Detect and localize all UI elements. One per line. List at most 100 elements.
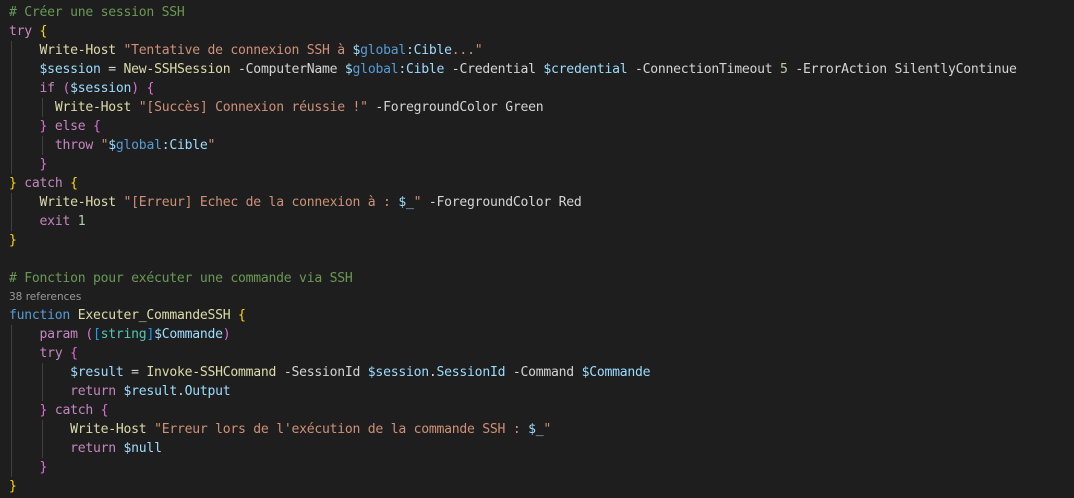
code-token: $result <box>70 365 124 380</box>
code-token: $null <box>123 441 162 456</box>
code-token: { <box>70 176 78 191</box>
code-line[interactable]: Write-Host "[Erreur] Echec de la connexi… <box>9 193 582 212</box>
code-token: $Commande <box>581 365 651 380</box>
code-line[interactable]: exit 1 <box>9 212 86 231</box>
code-token: } <box>39 460 48 475</box>
code-token: = <box>123 365 147 380</box>
code-token: $session <box>39 62 101 77</box>
code-token: ( <box>62 81 71 96</box>
code-token: catch <box>24 176 63 191</box>
code-token: try <box>39 346 63 361</box>
code-line[interactable]: Write-Host "[Succès] Connexion réussie !… <box>9 98 544 117</box>
code-line[interactable]: } <box>9 458 48 477</box>
code-line[interactable]: } <box>9 155 48 174</box>
code-token: "[Erreur] Echec de la connexion à : <box>123 195 399 210</box>
code-token: string <box>100 327 147 342</box>
codelens-references[interactable]: 38 references <box>9 290 81 304</box>
code-line[interactable]: return $null <box>9 439 162 458</box>
code-token: :Cible <box>405 43 452 58</box>
code-token: 5 <box>780 62 788 77</box>
code-token: -Command <box>505 365 582 380</box>
code-token: $credential <box>543 62 628 77</box>
code-line[interactable]: $result = Invoke-SSHCommand -SessionId $… <box>9 363 650 382</box>
code-token: :Cible <box>161 138 208 153</box>
code-token: global <box>360 43 406 58</box>
code-token: -ComputerName <box>230 62 345 77</box>
code-token: = <box>100 62 124 77</box>
code-token: { <box>93 119 101 134</box>
code-token: $session <box>367 365 429 380</box>
code-line[interactable]: try { <box>9 344 78 363</box>
code-token: . <box>428 365 437 380</box>
code-line[interactable]: } catch { <box>9 401 109 420</box>
code-editor[interactable]: # Créer une session SSH try { Write-Host … <box>0 0 1074 498</box>
code-token: $Commande <box>154 327 223 342</box>
code-token: -ForegroundColor Red <box>421 195 582 210</box>
code-token: exit <box>39 214 71 229</box>
code-token: $ <box>108 138 116 153</box>
code-line[interactable]: return $result.Output <box>9 382 231 401</box>
code-token: [ <box>93 327 101 342</box>
code-token: Write-Host <box>39 195 117 210</box>
code-token: $_ <box>398 195 414 210</box>
code-line[interactable]: } <box>9 231 17 250</box>
code-token: 1 <box>77 214 86 229</box>
code-line[interactable]: } else { <box>9 117 101 136</box>
code-token: $_ <box>528 422 544 437</box>
code-line[interactable]: try { <box>9 22 47 41</box>
code-token: { <box>39 24 48 39</box>
code-line[interactable]: # Créer une session SSH <box>9 3 185 22</box>
code-token: -ConnectionTimeout <box>627 62 781 77</box>
code-token: $result <box>123 384 178 399</box>
code-token: { <box>238 308 246 323</box>
code-token: Write-Host <box>54 100 132 115</box>
code-line[interactable]: Write-Host "Erreur lors de l'exécution d… <box>9 420 551 439</box>
code-token: ..." <box>451 43 483 58</box>
code-token: ( <box>85 327 93 342</box>
code-token: :Cible <box>398 62 445 77</box>
code-line[interactable]: } catch { <box>9 174 78 193</box>
code-token: return <box>70 441 116 456</box>
code-line[interactable]: } <box>9 477 17 496</box>
code-line[interactable]: Write-Host "Tentative de connexion SSH à… <box>9 41 483 60</box>
code-line[interactable]: if ($session) { <box>9 79 155 98</box>
code-token: -SessionId <box>276 365 368 380</box>
code-token: } <box>9 176 17 191</box>
code-line[interactable]: $session = New-SSHSession -ComputerName … <box>9 60 1017 79</box>
code-token: -Credential <box>444 62 544 77</box>
code-token: throw <box>54 138 93 153</box>
code-token: catch <box>54 403 93 418</box>
code-token: . <box>176 384 185 399</box>
code-line[interactable]: throw "$global:Cible" <box>9 136 216 155</box>
code-token: } <box>9 479 17 494</box>
code-token: { <box>70 346 78 361</box>
code-line[interactable]: param ([string]$Commande) <box>9 325 231 344</box>
code-token: " <box>543 422 552 437</box>
code-token: " <box>207 138 216 153</box>
code-line[interactable]: function Executer_CommandeSSH { <box>9 306 246 325</box>
code-line[interactable]: # Fonction pour exécuter une commande vi… <box>9 269 353 288</box>
